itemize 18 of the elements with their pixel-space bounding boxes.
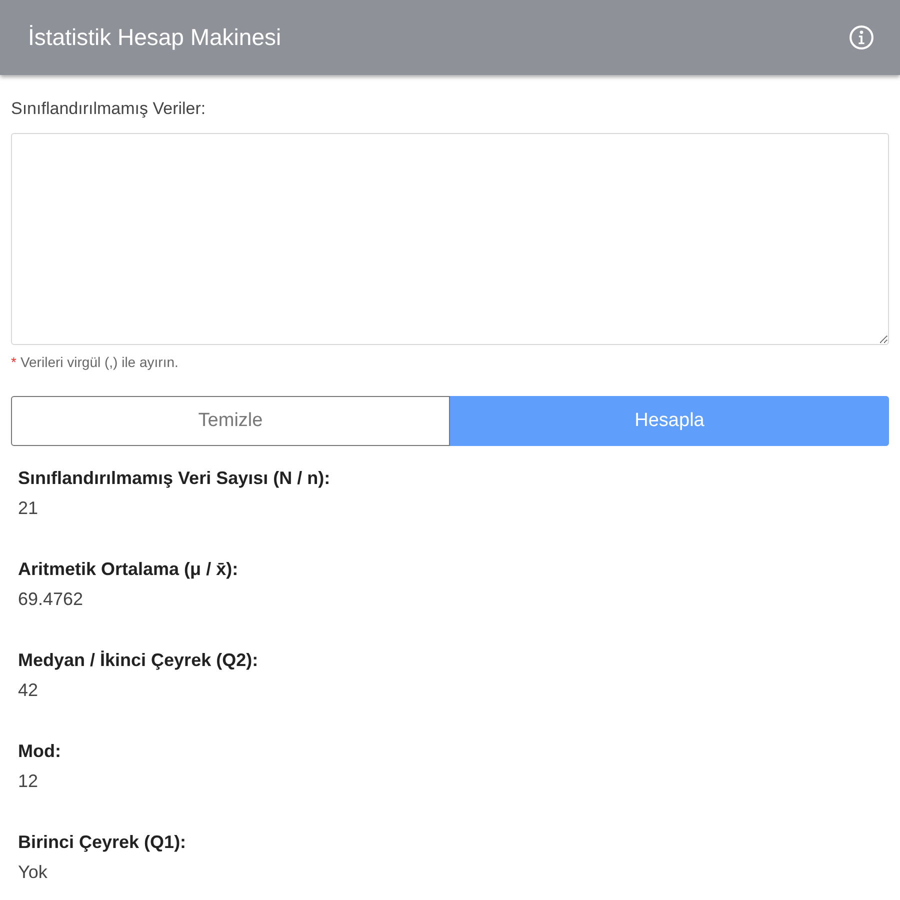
clear-button[interactable]: Temizle bbox=[11, 396, 450, 446]
result-value: 42 bbox=[18, 679, 40, 702]
result-label: Mod: bbox=[18, 740, 62, 763]
result-value: 12 bbox=[18, 770, 40, 793]
result-label: Aritmetik Ortalama (μ / x̄): bbox=[18, 558, 240, 581]
hint-text: Verileri virgül (,) ile ayırın. bbox=[20, 354, 178, 370]
result-value: 69.4762 bbox=[18, 588, 84, 611]
calculate-button[interactable]: Hesapla bbox=[450, 396, 889, 446]
result-value: 21 bbox=[18, 497, 40, 520]
result-label: Sınıflandırılmamış Veri Sayısı (N / n): bbox=[18, 467, 332, 490]
required-asterisk: * bbox=[11, 354, 16, 370]
data-label: Sınıflandırılmamış Veriler: bbox=[11, 98, 207, 120]
result-label: Medyan / İkinci Çeyrek (Q2): bbox=[18, 649, 260, 672]
app-title: İstatistik Hesap Makinesi bbox=[28, 24, 282, 51]
data-input-field[interactable] bbox=[11, 133, 889, 345]
info-icon[interactable] bbox=[849, 25, 874, 50]
result-value: Yok bbox=[18, 861, 48, 884]
result-label: Birinci Çeyrek (Q1): bbox=[18, 831, 188, 854]
